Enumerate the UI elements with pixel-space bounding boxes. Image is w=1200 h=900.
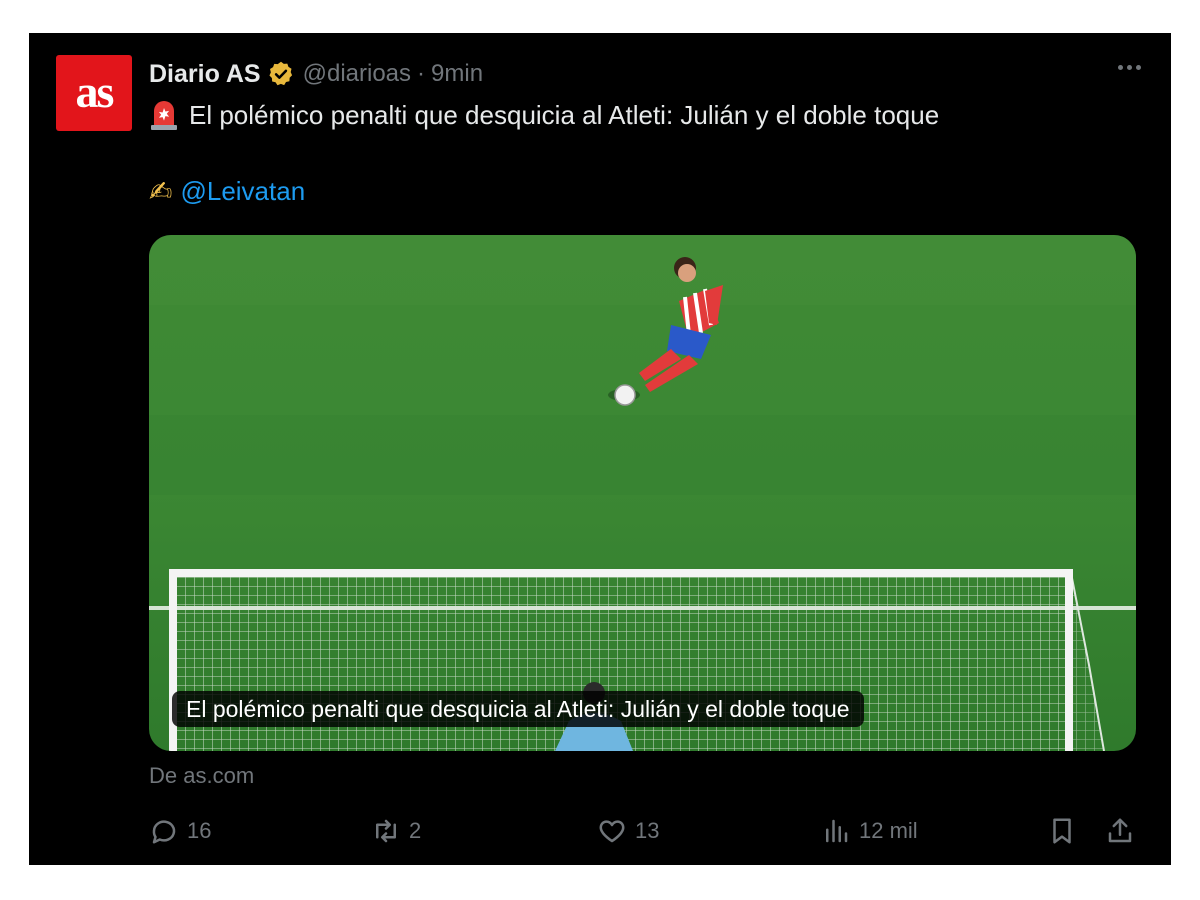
user-handle[interactable]: @diarioas xyxy=(303,60,411,88)
repost-button[interactable]: 2 xyxy=(371,811,421,851)
media-caption: El polémico penalti que desquicia al Atl… xyxy=(172,691,864,727)
mention-line: ✍ @Leivatan xyxy=(149,175,305,208)
like-count: 13 xyxy=(635,818,660,843)
views-button[interactable]: 12 mil xyxy=(821,811,918,851)
action-bar: 16 2 13 12 mil xyxy=(149,811,1139,851)
views-count: 12 mil xyxy=(859,818,918,843)
reply-count: 16 xyxy=(187,818,212,843)
reply-button[interactable]: 16 xyxy=(149,811,211,851)
share-button[interactable] xyxy=(1105,811,1143,851)
reply-icon xyxy=(152,820,176,844)
more-options-button[interactable] xyxy=(1112,59,1147,76)
writing-hand-icon: ✍ xyxy=(149,176,173,207)
share-icon xyxy=(1108,818,1132,843)
more-dot xyxy=(1136,65,1141,70)
more-dots-icon xyxy=(1118,65,1123,70)
avatar-logo-text: as xyxy=(75,65,115,117)
tweet-text-line: El polémico penalti que desquicia al Atl… xyxy=(149,99,939,131)
football-pitch-image xyxy=(149,235,1136,751)
tweet-text: El polémico penalti que desquicia al Atl… xyxy=(189,99,940,130)
avatar[interactable]: as xyxy=(56,55,132,131)
repost-count: 2 xyxy=(409,818,422,843)
timestamp[interactable]: 9min xyxy=(431,60,483,88)
separator-dot: · xyxy=(417,60,426,87)
like-button[interactable]: 13 xyxy=(597,811,659,851)
police-light-icon xyxy=(151,101,177,130)
display-name[interactable]: Diario AS xyxy=(149,60,261,89)
more-dot xyxy=(1127,65,1132,70)
repost-icon xyxy=(376,819,396,843)
mention-link[interactable]: @Leivatan xyxy=(180,176,305,207)
heart-icon xyxy=(599,820,625,843)
bookmark-icon xyxy=(1053,818,1071,844)
link-card-media[interactable]: El polémico penalti que desquicia al Atl… xyxy=(149,235,1136,751)
link-source[interactable]: De as.com xyxy=(149,763,254,789)
verified-badge-icon xyxy=(269,61,292,86)
tweet-header: Diario AS @diarioas · 9min xyxy=(149,57,483,91)
tweet-card[interactable]: as Diario AS @diarioas · 9min El polémic… xyxy=(29,33,1171,865)
bookmark-button[interactable] xyxy=(1047,811,1085,851)
views-chart-icon xyxy=(826,819,848,843)
